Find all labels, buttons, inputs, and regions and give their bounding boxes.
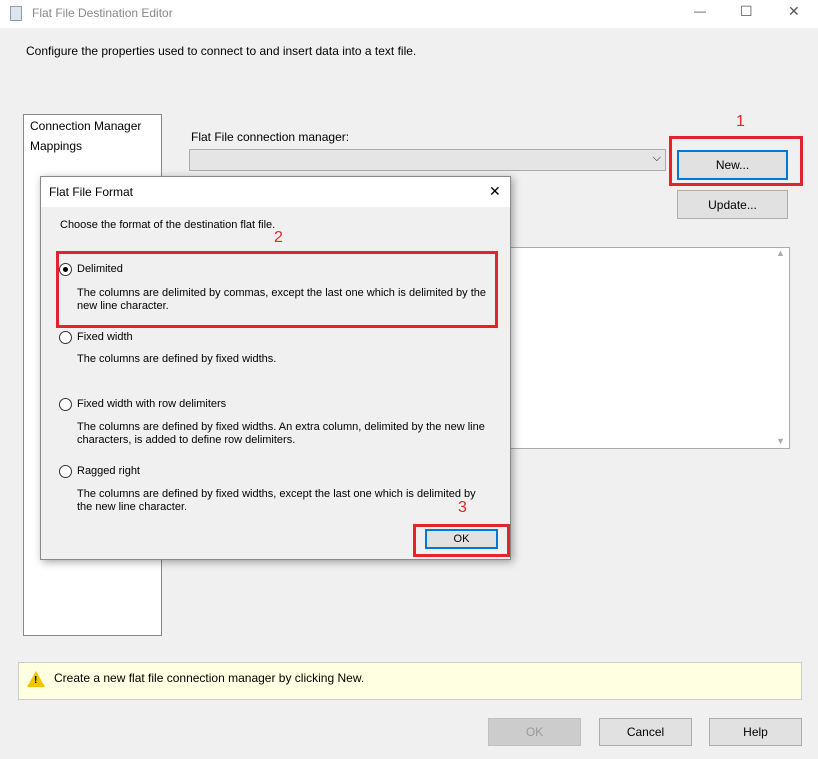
- radio-ragged-right[interactable]: [59, 465, 72, 478]
- radio-fixed-width-row-delimiters[interactable]: [59, 398, 72, 411]
- minimize-button[interactable]: —: [694, 4, 706, 18]
- dialog-title-bar: Flat File Format ✕: [41, 177, 510, 207]
- option-delimited-desc: The columns are delimited by commas, exc…: [77, 287, 487, 312]
- annotation-3: 3: [458, 499, 467, 516]
- document-icon: [10, 6, 22, 21]
- option-ragged-right-desc: The columns are defined by fixed widths,…: [77, 488, 476, 513]
- option-fixed-width-row-delimiters-desc: The columns are defined by fixed widths.…: [77, 421, 485, 446]
- flat-file-format-dialog: Flat File Format ✕ Choose the format of …: [40, 176, 511, 560]
- option-fixed-width-row-delimiters-label[interactable]: Fixed width with row delimiters: [77, 398, 226, 410]
- chevron-down-icon: ⌵: [652, 152, 661, 164]
- cancel-button[interactable]: Cancel: [599, 718, 692, 746]
- nav-item-connection-manager[interactable]: Connection Manager: [30, 119, 141, 133]
- dialog-ok-button[interactable]: OK: [425, 529, 498, 549]
- option-ragged-right-label[interactable]: Ragged right: [77, 465, 140, 477]
- window-title: Flat File Destination Editor: [32, 6, 173, 20]
- help-button[interactable]: Help: [709, 718, 802, 746]
- ok-button[interactable]: OK: [488, 718, 581, 746]
- status-message: Create a new flat file connection manage…: [54, 671, 365, 685]
- scrollbar[interactable]: ▲ ▼: [772, 248, 789, 448]
- maximize-button[interactable]: ☐: [740, 3, 753, 20]
- connection-select[interactable]: ⌵: [189, 149, 666, 171]
- update-button[interactable]: Update...: [677, 190, 788, 219]
- title-bar: Flat File Destination Editor — ☐ ✕: [0, 0, 818, 28]
- annotation-box-1: [669, 136, 803, 186]
- dialog-prompt: Choose the format of the destination fla…: [60, 219, 276, 231]
- connection-label: Flat File connection manager:: [191, 130, 350, 144]
- warning-icon-mark: !: [34, 675, 38, 686]
- dialog-close-button[interactable]: ✕: [489, 183, 501, 200]
- close-button[interactable]: ✕: [788, 3, 800, 20]
- option-fixed-width-desc: The columns are defined by fixed widths.: [77, 353, 277, 365]
- dialog-title: Flat File Format: [49, 185, 134, 199]
- annotation-1: 1: [736, 113, 745, 130]
- nav-item-mappings[interactable]: Mappings: [30, 139, 82, 153]
- option-fixed-width-label[interactable]: Fixed width: [77, 331, 133, 343]
- page-description: Configure the properties used to connect…: [26, 44, 417, 58]
- option-delimited-label[interactable]: Delimited: [77, 263, 123, 275]
- status-bar: ! Create a new flat file connection mana…: [18, 662, 802, 700]
- annotation-2: 2: [274, 229, 283, 246]
- radio-fixed-width[interactable]: [59, 331, 72, 344]
- radio-delimited[interactable]: [59, 263, 72, 276]
